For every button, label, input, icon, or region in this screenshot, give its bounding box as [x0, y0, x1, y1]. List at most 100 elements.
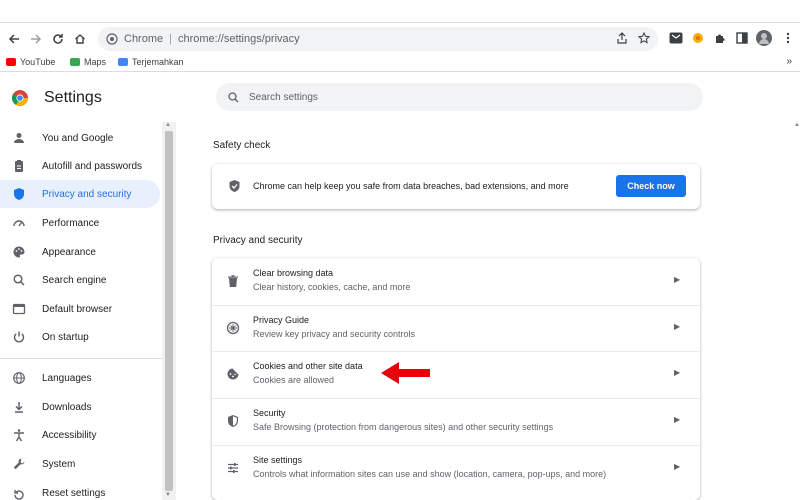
sliders-icon: [228, 463, 238, 473]
palette-icon: [13, 246, 25, 258]
scroll-up-arrow[interactable]: ▲: [165, 122, 171, 128]
bookmark-label: YouTube: [20, 57, 56, 67]
chevron-right-icon: ▶: [674, 275, 681, 284]
row-clear-browsing-data[interactable]: Clear browsing data Clear history, cooki…: [212, 258, 700, 304]
window-top-strip: [0, 0, 800, 22]
shield-check-icon: [229, 180, 240, 192]
sidebar-item-label: Accessibility: [42, 429, 97, 441]
menu-kebab-icon[interactable]: [780, 30, 796, 46]
puzzle-extensions-icon[interactable]: [712, 30, 728, 46]
page-title: Settings: [44, 89, 102, 106]
sidebar-item-accessibility[interactable]: Accessibility: [0, 421, 160, 449]
row-site-settings[interactable]: Site settings Controls what information …: [212, 445, 700, 491]
globe-icon: [13, 372, 25, 384]
bookmark-maps[interactable]: Maps: [70, 57, 106, 67]
address-bar[interactable]: Chrome | chrome://settings/privacy: [98, 27, 658, 51]
row-subtitle: Review key privacy and security controls: [253, 329, 416, 339]
check-now-button[interactable]: Check now: [616, 175, 686, 197]
sidebar-item-you-and-google[interactable]: You and Google: [0, 124, 160, 152]
row-privacy-guide[interactable]: Privacy Guide Review key privacy and sec…: [212, 305, 700, 351]
sidebar-item-label: Default browser: [42, 303, 113, 315]
sidebar-scrollbar[interactable]: ▲ ▼: [162, 122, 176, 500]
sidebar-item-label: Reset settings: [42, 488, 106, 499]
row-title: Security: [253, 408, 286, 418]
settings-sidebar: You and Google Autofill and passwords Pr…: [0, 122, 162, 500]
maps-icon: [70, 58, 80, 66]
row-divider: [212, 351, 700, 352]
chrome-site-icon: [106, 33, 118, 45]
sidebar-item-label: You and Google: [42, 132, 114, 144]
row-divider: [212, 305, 700, 306]
translate-icon: [118, 58, 128, 66]
trash-icon: [228, 275, 238, 287]
sidebar-divider: [0, 358, 162, 359]
compass-icon: [226, 321, 240, 335]
row-divider: [212, 398, 700, 399]
row-cookies-and-site-data[interactable]: Cookies and other site data Cookies are …: [212, 351, 700, 397]
sidebar-item-label: System: [42, 458, 76, 470]
home-button[interactable]: [70, 29, 90, 49]
row-title: Clear browsing data: [253, 268, 334, 278]
url-text[interactable]: chrome://settings/privacy: [178, 33, 300, 45]
row-subtitle: Cookies are allowed: [253, 375, 335, 385]
extension-badge-icon[interactable]: [690, 30, 706, 46]
browser-toolbar: Chrome | chrome://settings/privacy: [0, 22, 800, 54]
download-icon: [15, 402, 23, 413]
forward-arrow-icon: [31, 34, 42, 44]
chevron-right-icon: ▶: [674, 322, 681, 331]
sidebar-item-default-browser[interactable]: Default browser: [0, 295, 160, 323]
row-subtitle: Safe Browsing (protection from dangerous…: [253, 422, 554, 432]
sidebar-item-search-engine[interactable]: Search engine: [0, 266, 160, 294]
sidebar-item-languages[interactable]: Languages: [0, 364, 160, 392]
chevron-right-icon: ▶: [674, 415, 681, 424]
speedometer-icon: [13, 220, 25, 227]
home-icon: [75, 34, 85, 44]
sidebar-item-label: Search engine: [42, 274, 107, 286]
sidebar-item-performance[interactable]: Performance: [0, 209, 160, 237]
sidebar-item-label: Autofill and passwords: [42, 160, 143, 172]
sidebar-item-system[interactable]: System: [0, 450, 160, 478]
reload-button[interactable]: [48, 29, 68, 49]
bookmark-star-icon[interactable]: [638, 32, 650, 44]
row-title: Privacy Guide: [253, 315, 310, 325]
side-panel-icon[interactable]: [734, 30, 750, 46]
back-button[interactable]: [4, 29, 24, 49]
row-security[interactable]: Security Safe Browsing (protection from …: [212, 398, 700, 444]
sidebar-item-reset-settings[interactable]: Reset settings: [0, 478, 160, 500]
bookmark-terjemahkan[interactable]: Terjemahkan: [118, 57, 184, 67]
row-divider: [212, 445, 700, 446]
content-scrollbar[interactable]: ▲: [794, 122, 800, 500]
bookmark-youtube[interactable]: YouTube: [6, 57, 55, 67]
sidebar-item-label: Languages: [42, 372, 92, 384]
person-icon: [14, 133, 24, 143]
accessibility-icon: [14, 429, 24, 442]
bookmarks-bar: YouTube Maps Terjemahkan »: [0, 54, 800, 72]
power-icon: [13, 331, 25, 343]
share-icon[interactable]: [616, 32, 628, 44]
bookmark-label: Terjemahkan: [132, 57, 184, 67]
sidebar-item-downloads[interactable]: Downloads: [0, 393, 160, 421]
reload-icon: [53, 34, 63, 44]
scroll-down-arrow[interactable]: ▼: [165, 492, 171, 498]
row-title: Site settings: [253, 455, 303, 465]
row-subtitle: Clear history, cookies, cache, and more: [253, 282, 411, 292]
sidebar-item-privacy-and-security[interactable]: Privacy and security: [0, 180, 160, 208]
scrollbar-thumb[interactable]: [165, 131, 173, 491]
more-bookmarks-button[interactable]: »: [786, 56, 792, 67]
sidebar-item-appearance[interactable]: Appearance: [0, 238, 160, 266]
profile-avatar-icon[interactable]: [756, 30, 772, 46]
cookie-icon: [227, 368, 239, 380]
safety-check-text: Chrome can help keep you safe from data …: [253, 181, 569, 191]
chrome-logo-icon: [12, 90, 28, 106]
sidebar-item-label: On startup: [42, 331, 89, 343]
forward-button[interactable]: [26, 29, 46, 49]
back-arrow-icon: [8, 34, 19, 44]
chevron-right-icon: ▶: [674, 368, 681, 377]
search-settings-input[interactable]: Search settings: [216, 83, 703, 111]
sidebar-item-on-startup[interactable]: On startup: [0, 323, 160, 351]
search-placeholder: Search settings: [249, 91, 318, 103]
search-icon: [228, 91, 239, 102]
sidebar-item-autofill[interactable]: Autofill and passwords: [0, 152, 160, 180]
scroll-up-arrow[interactable]: ▲: [794, 122, 800, 128]
gmail-extension-icon[interactable]: [668, 30, 684, 46]
